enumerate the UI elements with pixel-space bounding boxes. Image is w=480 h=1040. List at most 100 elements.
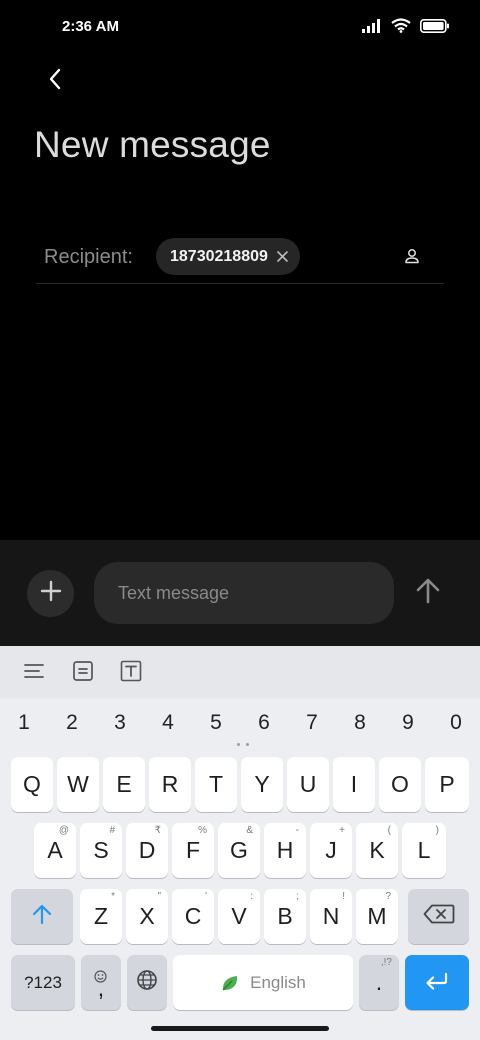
key-z-label: Z bbox=[93, 903, 109, 929]
navigation-handle[interactable] bbox=[151, 1026, 329, 1031]
battery-icon bbox=[420, 18, 450, 38]
close-icon[interactable] bbox=[276, 250, 290, 264]
key-k-label: K bbox=[369, 837, 385, 863]
language-key[interactable] bbox=[127, 955, 167, 1010]
keyboard-toolbar bbox=[0, 646, 480, 698]
key-f-hint: % bbox=[198, 825, 207, 836]
backspace-key[interactable] bbox=[408, 889, 469, 944]
key-g-label: G bbox=[230, 837, 248, 863]
back-button[interactable] bbox=[40, 64, 70, 98]
comma-key[interactable]: , bbox=[81, 955, 121, 1010]
space-key[interactable]: English bbox=[173, 955, 353, 1010]
backspace-icon bbox=[423, 903, 455, 930]
key-l-label: L bbox=[417, 837, 431, 863]
key-2[interactable]: 2 bbox=[48, 706, 96, 740]
key-n-label: N bbox=[322, 903, 340, 929]
key-h[interactable]: -H bbox=[264, 823, 306, 878]
key-s-hint: # bbox=[109, 825, 115, 836]
key-x[interactable]: " X bbox=[126, 889, 168, 944]
key-k-hint: ( bbox=[387, 825, 391, 836]
key-q[interactable]: Q bbox=[11, 757, 53, 812]
key-a-label: A bbox=[47, 837, 63, 863]
key-j-label: J bbox=[325, 837, 337, 863]
recipient-label: Recipient: bbox=[44, 246, 133, 268]
key-l-hint: ) bbox=[435, 825, 439, 836]
globe-icon bbox=[136, 969, 158, 997]
period-key[interactable]: ,!? . bbox=[359, 955, 399, 1010]
person-icon bbox=[405, 248, 419, 269]
key-b-hint: ; bbox=[296, 891, 299, 902]
key-m-label: M bbox=[367, 903, 387, 929]
key-h-label: H bbox=[276, 837, 294, 863]
key-8[interactable]: 8 bbox=[336, 706, 384, 740]
page-title: New message bbox=[34, 124, 271, 165]
recipient-row[interactable]: Recipient: 18730218809 bbox=[36, 236, 444, 284]
send-button[interactable] bbox=[408, 570, 448, 616]
status-time: 2:36 AM bbox=[62, 18, 119, 35]
key-4[interactable]: 4 bbox=[144, 706, 192, 740]
key-x-hint: " bbox=[157, 891, 161, 902]
page-indicator bbox=[237, 743, 253, 747]
space-label: English bbox=[250, 972, 306, 992]
key-b[interactable]: ; B bbox=[264, 889, 306, 944]
key-w[interactable]: W bbox=[57, 757, 99, 812]
key-5[interactable]: 5 bbox=[192, 706, 240, 740]
key-f[interactable]: % F bbox=[172, 823, 214, 878]
enter-key[interactable] bbox=[405, 955, 469, 1010]
key-r[interactable]: R bbox=[149, 757, 191, 812]
key-s-label: S bbox=[93, 837, 109, 863]
shift-arrow-icon bbox=[31, 903, 53, 931]
key-g-hint: & bbox=[246, 825, 253, 836]
key-n-hint: ! bbox=[342, 891, 345, 902]
number-row: 1 2 3 4 5 6 7 8 9 0 bbox=[0, 706, 480, 740]
key-p[interactable]: P bbox=[425, 757, 469, 812]
key-u[interactable]: U bbox=[287, 757, 329, 812]
key-v[interactable]: :V bbox=[218, 889, 260, 944]
key-a-hint: @ bbox=[58, 825, 69, 836]
key-y[interactable]: Y bbox=[241, 757, 283, 812]
key-h-hint: - bbox=[295, 825, 299, 836]
key-v-hint: : bbox=[250, 891, 253, 902]
key-d[interactable]: ₹ D bbox=[126, 823, 168, 878]
key-e[interactable]: E bbox=[103, 757, 145, 812]
key-c[interactable]: ' C bbox=[172, 889, 214, 944]
key-n[interactable]: ! N bbox=[310, 889, 352, 944]
key-1[interactable]: 1 bbox=[0, 706, 48, 740]
key-i[interactable]: I bbox=[333, 757, 375, 812]
symbols-key[interactable]: ?123 bbox=[11, 955, 75, 1010]
key-m[interactable]: ? M bbox=[356, 889, 398, 944]
period-label: . bbox=[375, 969, 383, 995]
keyboard: 1 2 3 4 5 6 7 8 9 0 Q W E R T Y U I O P … bbox=[0, 646, 480, 1040]
recipient-chip[interactable]: 18730218809 bbox=[156, 238, 300, 275]
key-l[interactable]: ) L bbox=[402, 823, 446, 878]
text-format-icon[interactable] bbox=[118, 658, 144, 684]
clipboard-icon[interactable] bbox=[70, 658, 96, 684]
add-contact-button[interactable] bbox=[400, 246, 424, 270]
key-x-label: X bbox=[139, 903, 155, 929]
menu-lines-icon[interactable] bbox=[21, 658, 47, 684]
key-7[interactable]: 7 bbox=[288, 706, 336, 740]
leaf-icon bbox=[220, 973, 240, 993]
key-z[interactable]: * Z bbox=[80, 889, 122, 944]
status-bar: 2:36 AM bbox=[0, 0, 480, 56]
status-icons bbox=[362, 18, 450, 38]
key-t[interactable]: T bbox=[195, 757, 237, 812]
key-6[interactable]: 6 bbox=[240, 706, 288, 740]
attach-button[interactable] bbox=[27, 570, 74, 617]
key-o[interactable]: O bbox=[379, 757, 421, 812]
key-9[interactable]: 9 bbox=[384, 706, 432, 740]
key-s[interactable]: # S bbox=[80, 823, 122, 878]
chevron-left-icon bbox=[48, 68, 62, 95]
key-j-hint: + bbox=[339, 825, 345, 836]
key-a[interactable]: @ A bbox=[34, 823, 76, 878]
message-input[interactable] bbox=[94, 562, 394, 624]
key-j[interactable]: + J bbox=[310, 823, 352, 878]
comma-label: , bbox=[97, 975, 105, 1001]
key-g[interactable]: & G bbox=[218, 823, 260, 878]
key-0[interactable]: 0 bbox=[432, 706, 480, 740]
key-f-label: F bbox=[185, 837, 201, 863]
key-3[interactable]: 3 bbox=[96, 706, 144, 740]
key-d-hint: ₹ bbox=[154, 825, 161, 836]
shift-key[interactable] bbox=[11, 889, 73, 944]
key-k[interactable]: (K bbox=[356, 823, 398, 878]
